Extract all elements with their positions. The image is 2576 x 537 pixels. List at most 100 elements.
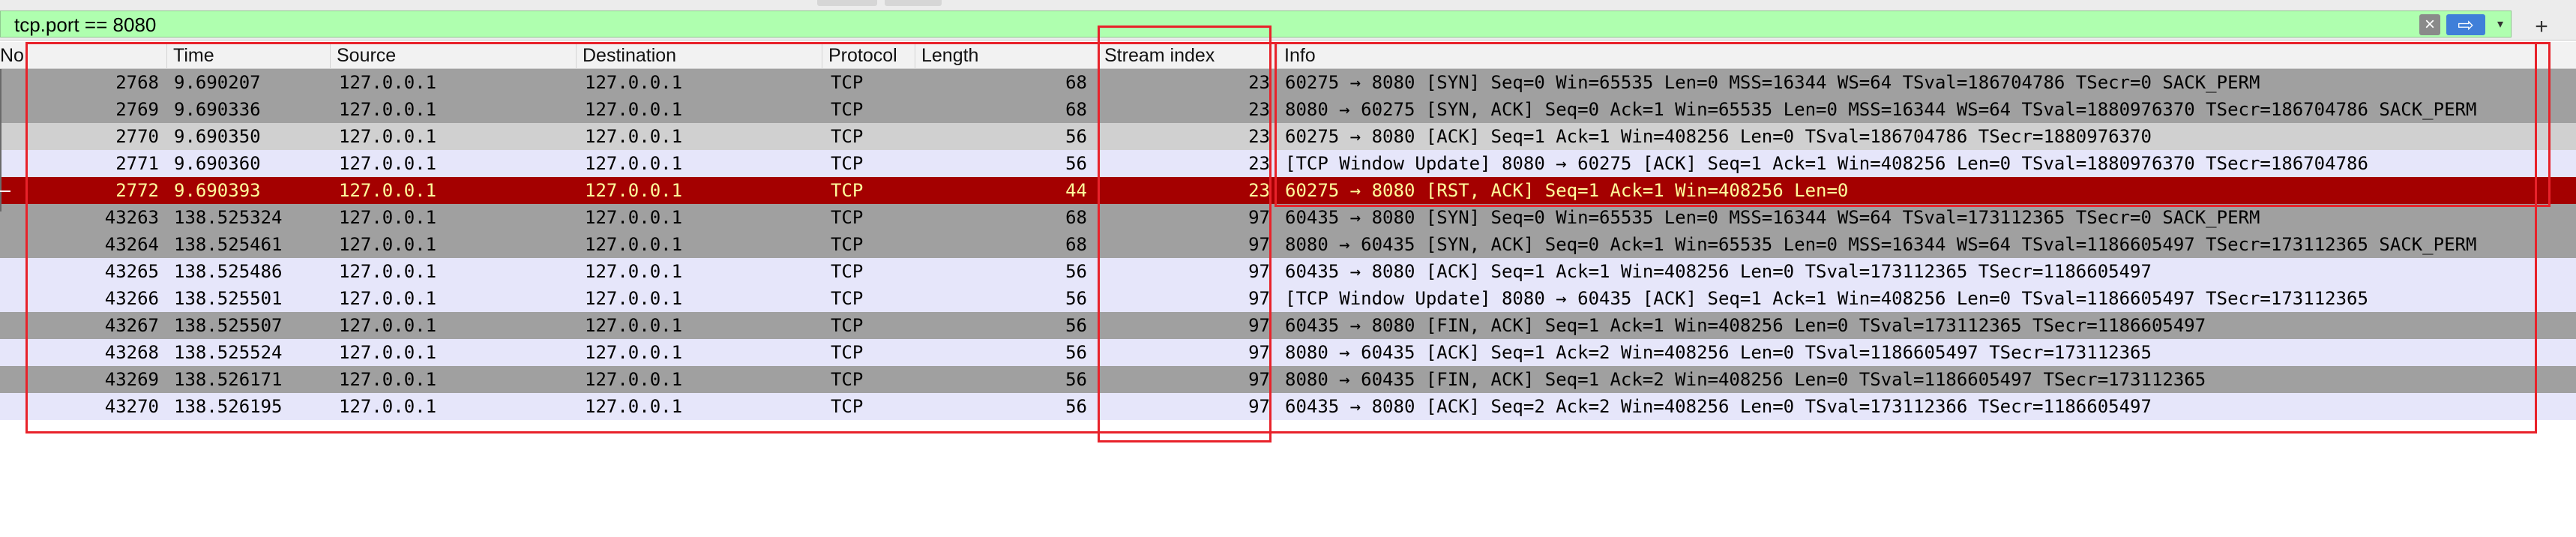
cell-time: 9.690393	[174, 180, 261, 201]
cell-no: 43267	[104, 315, 159, 336]
add-filter-button-icon[interactable]: +	[2527, 16, 2557, 38]
cell-destination: 127.0.0.1	[585, 180, 683, 201]
cell-info: 60435 → 8080 [ACK] Seq=1 Ack=1 Win=40825…	[1285, 261, 2152, 282]
packet-row-selected[interactable]: 2772 9.690393 127.0.0.1 127.0.0.1 TCP 44…	[0, 177, 2576, 204]
display-filter-field: × ⇨ ▾	[0, 10, 2512, 38]
packet-row[interactable]: 2770 9.690350 127.0.0.1 127.0.0.1 TCP 56…	[0, 123, 2576, 150]
cell-stream-index: 97	[1248, 288, 1270, 309]
cell-time: 138.525486	[174, 261, 283, 282]
cell-length: 44	[1065, 180, 1087, 201]
column-header-protocol[interactable]: Protocol	[822, 42, 915, 69]
cell-destination: 127.0.0.1	[585, 99, 683, 120]
cell-source: 127.0.0.1	[339, 153, 437, 174]
cell-stream-index: 23	[1248, 126, 1270, 147]
display-filter-input[interactable]	[13, 13, 2415, 37]
cell-info: 60435 → 8080 [ACK] Seq=2 Ack=2 Win=40825…	[1285, 396, 2152, 417]
cell-source: 127.0.0.1	[339, 261, 437, 282]
cell-protocol: TCP	[831, 180, 864, 201]
column-header-stream-index[interactable]: Stream index	[1098, 42, 1278, 69]
cell-length: 56	[1065, 342, 1087, 363]
cell-protocol: TCP	[831, 342, 864, 363]
cell-source: 127.0.0.1	[339, 99, 437, 120]
cell-destination: 127.0.0.1	[585, 315, 683, 336]
cell-no: 43264	[104, 234, 159, 255]
column-header-time[interactable]: Time	[166, 42, 330, 69]
cell-time: 9.690207	[174, 72, 261, 93]
cell-length: 56	[1065, 126, 1087, 147]
filter-history-dropdown-icon[interactable]: ▾	[2491, 14, 2509, 35]
cell-protocol: TCP	[831, 153, 864, 174]
cell-time: 9.690350	[174, 126, 261, 147]
cell-stream-index: 23	[1248, 99, 1270, 120]
cell-length: 56	[1065, 153, 1087, 174]
cell-source: 127.0.0.1	[339, 234, 437, 255]
cell-time: 138.525501	[174, 288, 283, 309]
cell-destination: 127.0.0.1	[585, 207, 683, 228]
column-header-destination[interactable]: Destination	[576, 42, 822, 69]
cell-length: 68	[1065, 234, 1087, 255]
toolbar-tab-stub	[817, 0, 877, 6]
cell-protocol: TCP	[831, 396, 864, 417]
cell-no: 43268	[104, 342, 159, 363]
cell-no: 2769	[115, 99, 159, 120]
cell-length: 56	[1065, 261, 1087, 282]
column-header-no[interactable]: No.	[0, 42, 29, 69]
cell-no: 43269	[104, 369, 159, 390]
cell-info: [TCP Window Update] 8080 → 60435 [ACK] S…	[1285, 288, 2368, 309]
cell-destination: 127.0.0.1	[585, 261, 683, 282]
cell-time: 9.690336	[174, 99, 261, 120]
cell-length: 56	[1065, 288, 1087, 309]
cell-source: 127.0.0.1	[339, 207, 437, 228]
cell-info: [TCP Window Update] 8080 → 60275 [ACK] S…	[1285, 153, 2368, 174]
cell-source: 127.0.0.1	[339, 396, 437, 417]
cell-info: 60275 → 8080 [RST, ACK] Seq=1 Ack=1 Win=…	[1285, 180, 1849, 201]
cell-no: 2771	[115, 153, 159, 174]
cell-destination: 127.0.0.1	[585, 369, 683, 390]
packet-row[interactable]: 43268 138.525524 127.0.0.1 127.0.0.1 TCP…	[0, 339, 2576, 366]
cell-no: 2770	[115, 126, 159, 147]
cell-destination: 127.0.0.1	[585, 342, 683, 363]
cell-no: 2772	[115, 180, 159, 201]
cell-stream-index: 97	[1248, 234, 1270, 255]
cell-info: 8080 → 60435 [ACK] Seq=1 Ack=2 Win=40825…	[1285, 342, 2152, 363]
cell-info: 8080 → 60435 [FIN, ACK] Seq=1 Ack=2 Win=…	[1285, 369, 2206, 390]
cell-info: 60435 → 8080 [FIN, ACK] Seq=1 Ack=1 Win=…	[1285, 315, 2206, 336]
packet-list-header: No. Time Source Destination Protocol Len…	[0, 42, 2576, 69]
packet-row[interactable]: 2771 9.690360 127.0.0.1 127.0.0.1 TCP 56…	[0, 150, 2576, 177]
clear-filter-icon[interactable]: ×	[2419, 14, 2440, 35]
packet-list: 2768 9.690207 127.0.0.1 127.0.0.1 TCP 68…	[0, 69, 2576, 420]
cell-protocol: TCP	[831, 126, 864, 147]
packet-row[interactable]: 43265 138.525486 127.0.0.1 127.0.0.1 TCP…	[0, 258, 2576, 285]
apply-filter-arrow-icon[interactable]: ⇨	[2446, 14, 2485, 35]
packet-row[interactable]: 43266 138.525501 127.0.0.1 127.0.0.1 TCP…	[0, 285, 2576, 312]
column-header-info[interactable]: Info	[1278, 42, 2576, 69]
cell-time: 138.526195	[174, 396, 283, 417]
conversation-bracket-end	[0, 190, 10, 192]
column-header-source[interactable]: Source	[330, 42, 576, 69]
cell-source: 127.0.0.1	[339, 342, 437, 363]
cell-destination: 127.0.0.1	[585, 153, 683, 174]
packet-row[interactable]: 2768 9.690207 127.0.0.1 127.0.0.1 TCP 68…	[0, 69, 2576, 96]
cell-source: 127.0.0.1	[339, 180, 437, 201]
cell-source: 127.0.0.1	[339, 369, 437, 390]
cell-source: 127.0.0.1	[339, 315, 437, 336]
cell-protocol: TCP	[831, 261, 864, 282]
packet-row[interactable]: 43264 138.525461 127.0.0.1 127.0.0.1 TCP…	[0, 231, 2576, 258]
cell-stream-index: 97	[1248, 396, 1270, 417]
packet-row[interactable]: 43270 138.526195 127.0.0.1 127.0.0.1 TCP…	[0, 393, 2576, 420]
cell-destination: 127.0.0.1	[585, 288, 683, 309]
packet-row[interactable]: 43263 138.525324 127.0.0.1 127.0.0.1 TCP…	[0, 204, 2576, 231]
packet-row[interactable]: 43267 138.525507 127.0.0.1 127.0.0.1 TCP…	[0, 312, 2576, 339]
cell-info: 60275 → 8080 [ACK] Seq=1 Ack=1 Win=40825…	[1285, 126, 2152, 147]
window-top-strip	[0, 0, 2576, 8]
cell-protocol: TCP	[831, 99, 864, 120]
packet-row[interactable]: 2769 9.690336 127.0.0.1 127.0.0.1 TCP 68…	[0, 96, 2576, 123]
packet-row[interactable]: 43269 138.526171 127.0.0.1 127.0.0.1 TCP…	[0, 366, 2576, 393]
cell-source: 127.0.0.1	[339, 288, 437, 309]
cell-info: 8080 → 60275 [SYN, ACK] Seq=0 Ack=1 Win=…	[1285, 99, 2477, 120]
cell-stream-index: 23	[1248, 72, 1270, 93]
column-header-length[interactable]: Length	[915, 42, 1098, 69]
cell-destination: 127.0.0.1	[585, 72, 683, 93]
cell-destination: 127.0.0.1	[585, 234, 683, 255]
cell-length: 56	[1065, 315, 1087, 336]
